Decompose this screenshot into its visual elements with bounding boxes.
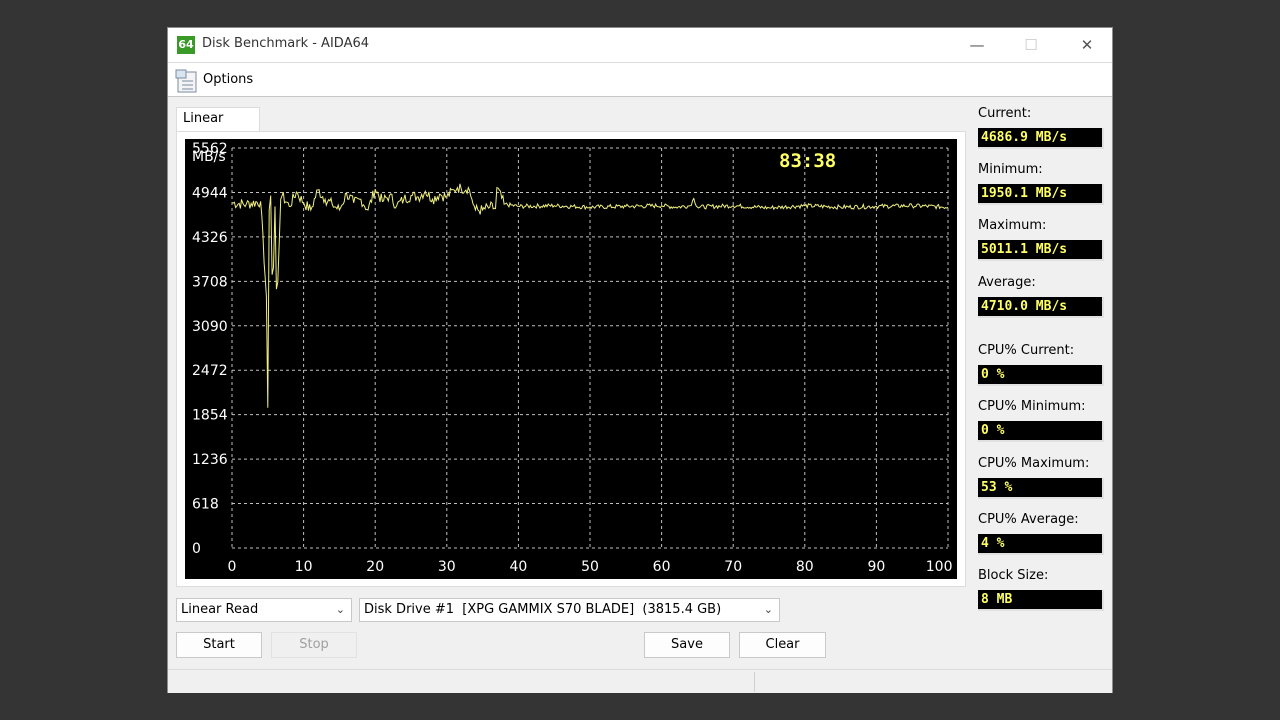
x-tick-label: 60 xyxy=(653,559,671,575)
stat-value: 5011.1 MB/s xyxy=(978,240,1104,261)
test-type-select[interactable]: Linear Read ⌄ xyxy=(176,598,352,622)
y-tick-label: 4944 xyxy=(192,185,228,201)
stat-label: Maximum: xyxy=(978,218,1047,233)
y-tick-label: 0 xyxy=(192,541,201,557)
save-button[interactable]: Save xyxy=(644,632,730,658)
window-title: Disk Benchmark - AIDA64 xyxy=(202,36,370,51)
drive-value: Disk Drive #1 [XPG GAMMIX S70 BLADE] (38… xyxy=(364,602,722,617)
options-icon[interactable] xyxy=(174,68,200,94)
clear-button[interactable]: Clear xyxy=(739,632,826,658)
x-tick-label: 30 xyxy=(438,559,456,575)
start-button[interactable]: Start xyxy=(176,632,262,658)
chart-panel: 5562 4944 4326 3708 3090 2472 1854 1236 618 0 0 10 2… xyxy=(176,131,966,587)
y-tick-label: 2472 xyxy=(192,363,228,379)
drive-select[interactable]: Disk Drive #1 [XPG GAMMIX S70 BLADE] (38… xyxy=(359,598,780,622)
stat-label: CPU% Average: xyxy=(978,512,1079,527)
stat-label: Current: xyxy=(978,106,1032,121)
stat-value: 8 MB xyxy=(978,590,1104,611)
y-tick-label: 1854 xyxy=(192,408,228,424)
chevron-down-icon: ⌄ xyxy=(335,603,345,616)
status-bar xyxy=(168,669,1112,693)
stat-value: 0 % xyxy=(978,421,1104,442)
x-tick-label: 40 xyxy=(509,559,527,575)
minimize-button[interactable]: — xyxy=(954,28,1000,62)
x-tick-label: 10 xyxy=(295,559,313,575)
y-tick-label: 3708 xyxy=(192,274,228,290)
test-type-value: Linear Read xyxy=(181,602,259,617)
stat-label: CPU% Minimum: xyxy=(978,399,1086,414)
status-separator xyxy=(754,672,755,692)
stat-label: CPU% Maximum: xyxy=(978,456,1090,471)
elapsed-timer: 83:38 xyxy=(779,150,836,172)
stat-label: Minimum: xyxy=(978,162,1043,177)
x-tick-label: 50 xyxy=(581,559,599,575)
stat-value: 1950.1 MB/s xyxy=(978,184,1104,205)
y-tick-label: 618 xyxy=(192,497,219,513)
maximize-button[interactable]: ☐ xyxy=(1008,28,1054,62)
y-tick-label: 4326 xyxy=(192,230,228,246)
x-tick-label: 20 xyxy=(366,559,384,575)
stat-label: Average: xyxy=(978,275,1036,290)
stat-label: Block Size: xyxy=(978,568,1049,583)
stat-value: 53 % xyxy=(978,478,1104,499)
x-tick-label: 90 xyxy=(867,559,885,575)
stat-value: 4710.0 MB/s xyxy=(978,297,1104,318)
title-bar: 64 Disk Benchmark - AIDA64 — ☐ ✕ xyxy=(168,28,1112,62)
close-button[interactable]: ✕ xyxy=(1064,28,1110,62)
chevron-down-icon: ⌄ xyxy=(763,603,773,616)
disk-benchmark-window: 64 Disk Benchmark - AIDA64 — ☐ ✕ Options… xyxy=(167,27,1113,693)
y-axis-label: MB/s xyxy=(192,149,226,165)
x-tick-label: 100 % xyxy=(926,559,957,575)
y-tick-label: 1236 xyxy=(192,452,228,468)
x-tick-label: 70 xyxy=(724,559,742,575)
aida64-app-icon: 64 xyxy=(177,36,195,54)
menu-bar: Options xyxy=(168,62,1112,97)
stat-value: 0 % xyxy=(978,365,1104,386)
tab-linear-read[interactable]: Linear Read xyxy=(176,107,260,148)
stat-value: 4686.9 MB/s xyxy=(978,128,1104,149)
stat-label: CPU% Current: xyxy=(978,343,1075,358)
stop-button[interactable]: Stop xyxy=(271,632,357,658)
y-tick-label: 3090 xyxy=(192,319,228,335)
x-tick-label: 80 xyxy=(796,559,814,575)
benchmark-chart: 5562494443263708309024721854123661800 10 2… xyxy=(185,139,957,579)
stat-value: 4 % xyxy=(978,534,1104,555)
x-tick-label: 0 xyxy=(228,559,237,575)
options-menu[interactable]: Options xyxy=(203,72,253,87)
